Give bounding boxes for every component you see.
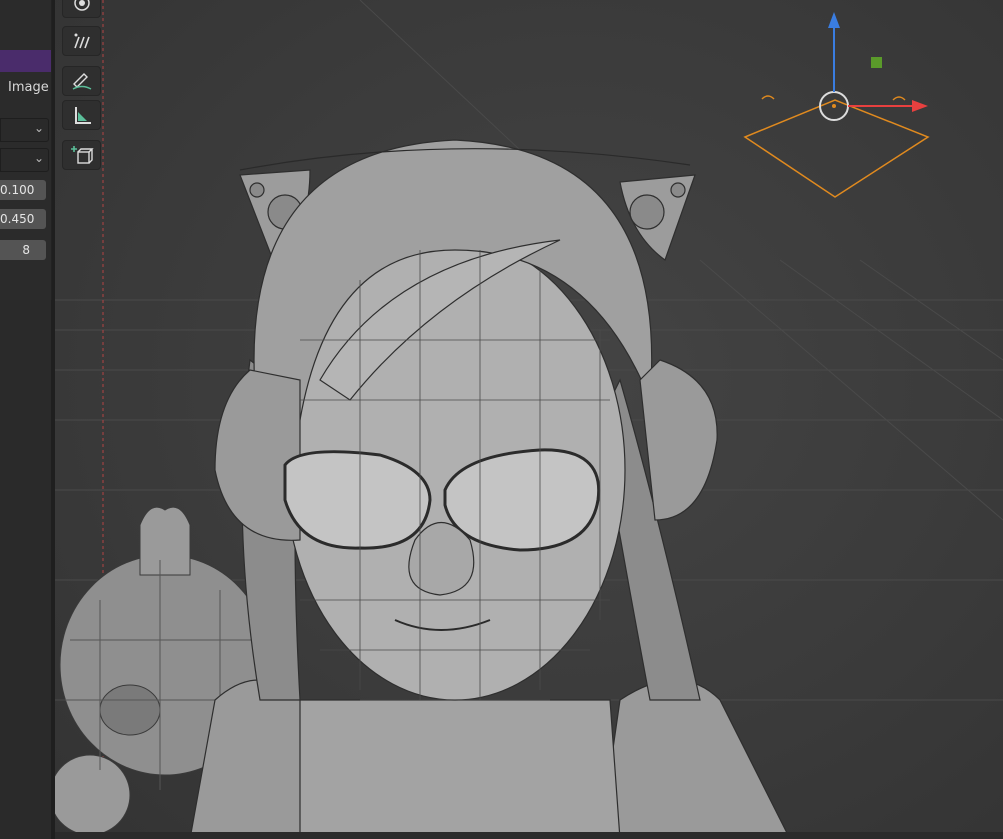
value-field-2[interactable]: 0.450 xyxy=(0,209,46,229)
x-axis-arrow-icon xyxy=(912,100,928,112)
light-marker-icon xyxy=(871,57,882,68)
camera-object[interactable] xyxy=(743,12,930,198)
measure-icon xyxy=(74,107,91,124)
add-cube-tool-button[interactable] xyxy=(62,140,101,170)
value-field-3[interactable]: 8 xyxy=(0,240,46,260)
transform-icon xyxy=(73,0,90,11)
panel-header-bar[interactable] xyxy=(0,50,51,72)
value-field-1[interactable]: 0.100 xyxy=(0,180,46,200)
chevron-down-icon: ⌄ xyxy=(33,121,44,135)
left-panel-empty xyxy=(0,300,51,839)
dropdown-2[interactable]: ⌄ xyxy=(0,148,49,172)
3d-viewport[interactable] xyxy=(55,0,1003,839)
viewport-bottom-bar xyxy=(55,832,1003,839)
measure-tool-button[interactable] xyxy=(62,100,101,130)
annotate-line-icon xyxy=(72,73,91,90)
character-mesh xyxy=(189,139,791,839)
dropdown-1[interactable]: ⌄ xyxy=(0,118,49,142)
viewport-toolbar xyxy=(62,0,102,172)
scene-render[interactable] xyxy=(55,0,1003,839)
properties-panel: Image ⌄ ⌄ 0.100 0.450 8 xyxy=(0,0,52,300)
annotate-tool-button[interactable] xyxy=(62,26,101,56)
transform-tool-button[interactable] xyxy=(62,0,101,18)
chevron-down-icon: ⌄ xyxy=(33,151,44,165)
z-axis-arrow-icon xyxy=(828,12,840,28)
annotate-line-tool-button[interactable] xyxy=(62,66,101,96)
add-cube-icon xyxy=(70,146,94,164)
annotate-icon xyxy=(73,33,90,49)
image-label: Image xyxy=(8,80,49,95)
